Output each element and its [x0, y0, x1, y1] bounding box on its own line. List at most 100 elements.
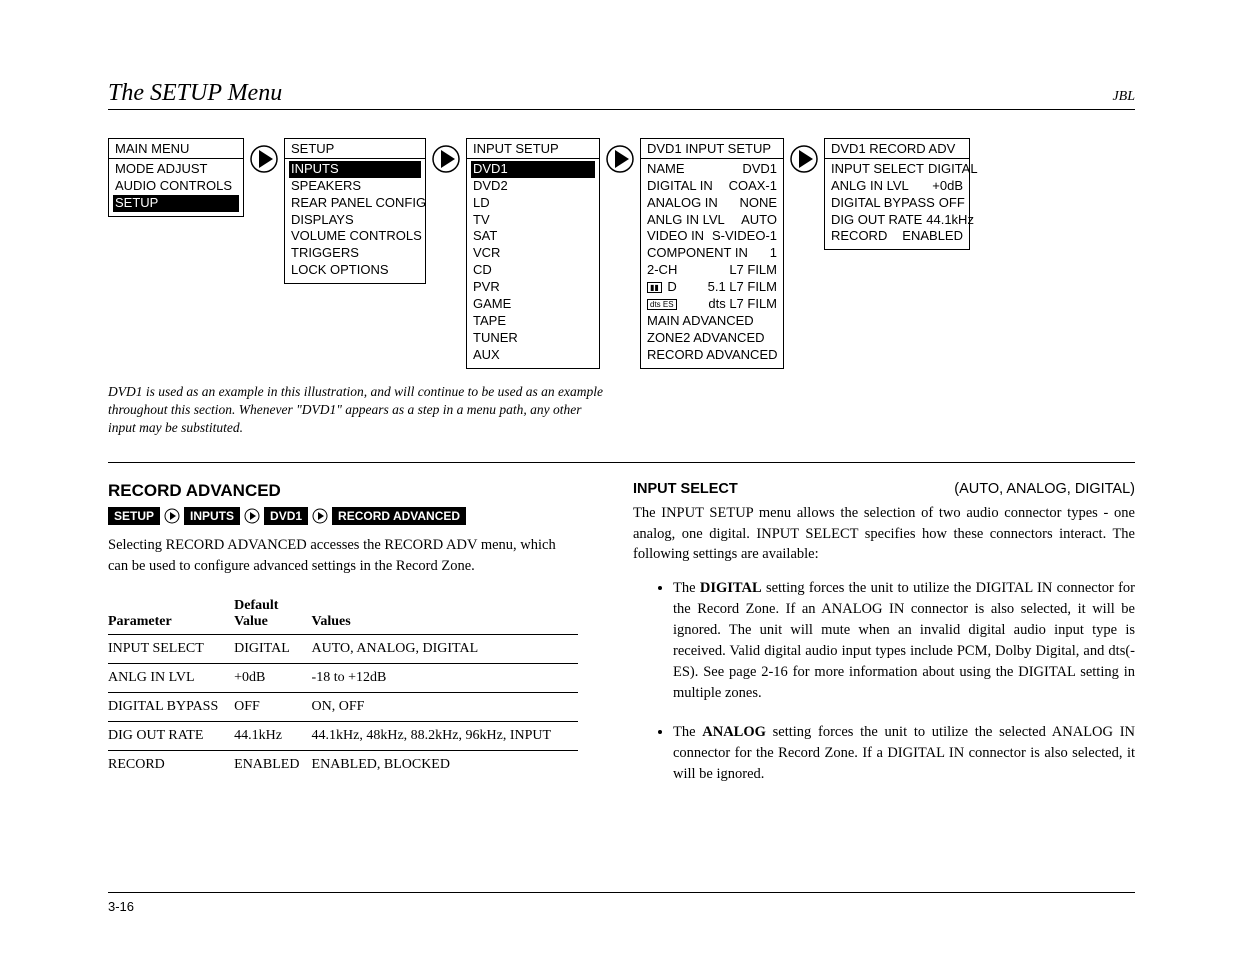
- menu-item[interactable]: AUDIO CONTROLS: [115, 178, 237, 195]
- table-cell: DIGITAL BYPASS: [108, 692, 234, 721]
- menu-item[interactable]: MAIN ADVANCED: [647, 313, 754, 328]
- menu-item[interactable]: ZONE2 ADVANCED: [647, 330, 765, 345]
- breadcrumb-chip: RECORD ADVANCED: [332, 507, 466, 525]
- menu-item[interactable]: ANALOG INNONE: [647, 195, 777, 212]
- menu-item[interactable]: VCR: [473, 245, 593, 262]
- menu-item[interactable]: SAT: [473, 228, 593, 245]
- breadcrumb: SETUP INPUTS DVD1 RECORD ADVANCED: [108, 507, 578, 525]
- breadcrumb-chip: SETUP: [108, 507, 160, 525]
- menu-item[interactable]: DIGITAL INCOAX-1: [647, 178, 777, 195]
- menu-items: MODE ADJUSTAUDIO CONTROLSSETUP: [109, 161, 243, 216]
- menu-title: SETUP: [285, 139, 425, 159]
- table-cell: DIGITAL: [234, 634, 311, 663]
- arrow-icon: [432, 144, 460, 179]
- menu-item[interactable]: TRIGGERS: [291, 245, 419, 262]
- right-heading: INPUT SELECT: [633, 481, 738, 497]
- table-row: ANLG IN LVL+0dB-18 to +12dB: [108, 663, 578, 692]
- page-footer: 3-16: [108, 892, 1135, 914]
- menu-title: DVD1 INPUT SETUP: [641, 139, 783, 159]
- arrow-icon: [606, 144, 634, 179]
- menu-item[interactable]: DISPLAYS: [291, 212, 419, 229]
- menu-item[interactable]: 2-CHL7 FILM: [647, 262, 777, 279]
- menu-item[interactable]: REAR PANEL CONFIG: [291, 195, 419, 212]
- arrow-icon: [250, 144, 278, 179]
- table-row: DIGITAL BYPASSOFFON, OFF: [108, 692, 578, 721]
- menu-item[interactable]: DVD1: [471, 161, 595, 178]
- menu-items: INPUTSSPEAKERSREAR PANEL CONFIGDISPLAYSV…: [285, 161, 425, 283]
- menu-item[interactable]: ANLG IN LVL+0dB: [831, 178, 963, 195]
- menu-item[interactable]: TAPE: [473, 313, 593, 330]
- page-header: The SETUP Menu JBL: [108, 80, 1135, 110]
- menu-item[interactable]: CD: [473, 262, 593, 279]
- right-heading-row: INPUT SELECT (AUTO, ANALOG, DIGITAL): [633, 481, 1135, 497]
- menu-dvd1-setup: DVD1 INPUT SETUP NAMEDVD1DIGITAL INCOAX-…: [640, 138, 784, 369]
- table-cell: 44.1kHz: [234, 721, 311, 750]
- section-divider: [108, 462, 1135, 463]
- menu-item[interactable]: DIG OUT RATE44.1kHz: [831, 212, 963, 229]
- table-cell: OFF: [234, 692, 311, 721]
- list-item: The ANALOG setting forces the unit to ut…: [673, 722, 1135, 785]
- menu-item[interactable]: ANLG IN LVLAUTO: [647, 212, 777, 229]
- breadcrumb-chip: INPUTS: [184, 507, 240, 525]
- page-title: The SETUP Menu: [108, 80, 282, 107]
- menu-title: MAIN MENU: [109, 139, 243, 159]
- table-row: RECORDENABLEDENABLED, BLOCKED: [108, 750, 578, 779]
- right-column: INPUT SELECT (AUTO, ANALOG, DIGITAL) The…: [633, 481, 1135, 803]
- table-cell: ENABLED: [234, 750, 311, 779]
- menu-item[interactable]: INPUT SELECTDIGITAL: [831, 161, 963, 178]
- chevron-right-icon: [164, 507, 180, 525]
- menu-items: NAMEDVD1DIGITAL INCOAX-1ANALOG INNONEANL…: [641, 161, 783, 368]
- page-number: 3-16: [108, 899, 134, 914]
- table-cell: AUTO, ANALOG, DIGITAL: [312, 634, 578, 663]
- bullets-list: The DIGITAL setting forces the unit to u…: [633, 578, 1135, 785]
- menu-item[interactable]: LOCK OPTIONS: [291, 262, 419, 279]
- menu-items: DVD1DVD2LDTVSATVCRCDPVRGAMETAPETUNERAUX: [467, 161, 599, 368]
- table-cell: RECORD: [108, 750, 234, 779]
- table-row: INPUT SELECTDIGITALAUTO, ANALOG, DIGITAL: [108, 634, 578, 663]
- menu-item[interactable]: COMPONENT IN1: [647, 245, 777, 262]
- menu-item[interactable]: MODE ADJUST: [115, 161, 237, 178]
- menu-item[interactable]: SETUP: [113, 195, 239, 212]
- table-cell: +0dB: [234, 663, 311, 692]
- parameter-table: ParameterDefaultValueValues INPUT SELECT…: [108, 594, 578, 779]
- menu-item[interactable]: TUNER: [473, 330, 593, 347]
- menu-title: DVD1 RECORD ADV: [825, 139, 969, 159]
- table-cell: ENABLED, BLOCKED: [312, 750, 578, 779]
- menu-item[interactable]: TV: [473, 212, 593, 229]
- menu-item[interactable]: ▮▮ D5.1 L7 FILM: [647, 279, 777, 296]
- menu-item[interactable]: VIDEO INS-VIDEO-1: [647, 228, 777, 245]
- menu-item[interactable]: PVR: [473, 279, 593, 296]
- menu-input-setup: INPUT SETUP DVD1DVD2LDTVSATVCRCDPVRGAMET…: [466, 138, 600, 369]
- table-cell: INPUT SELECT: [108, 634, 234, 663]
- menu-item[interactable]: RECORDENABLED: [831, 228, 963, 245]
- menu-item[interactable]: SPEAKERS: [291, 178, 419, 195]
- table-cell: ANLG IN LVL: [108, 663, 234, 692]
- table-header: Values: [312, 594, 578, 635]
- menu-record-adv: DVD1 RECORD ADV INPUT SELECTDIGITALANLG …: [824, 138, 970, 250]
- menu-item[interactable]: LD: [473, 195, 593, 212]
- left-column: RECORD ADVANCED SETUP INPUTS DVD1 RECORD AD…: [108, 481, 578, 803]
- menu-item[interactable]: INPUTS: [289, 161, 421, 178]
- menu-item[interactable]: dts ESdts L7 FILM: [647, 296, 777, 313]
- table-header: Parameter: [108, 594, 234, 635]
- illustration-caption: DVD1 is used as an example in this illus…: [108, 383, 608, 438]
- menu-item[interactable]: GAME: [473, 296, 593, 313]
- menu-item[interactable]: VOLUME CONTROLS: [291, 228, 419, 245]
- menu-item[interactable]: RECORD ADVANCED: [647, 347, 778, 362]
- menu-item[interactable]: NAMEDVD1: [647, 161, 777, 178]
- table-cell: 44.1kHz, 48kHz, 88.2kHz, 96kHz, INPUT: [312, 721, 578, 750]
- table-cell: ON, OFF: [312, 692, 578, 721]
- right-intro: The INPUT SETUP menu allows the selectio…: [633, 503, 1135, 564]
- arrow-icon: [790, 144, 818, 179]
- content-columns: RECORD ADVANCED SETUP INPUTS DVD1 RECORD AD…: [108, 481, 1135, 803]
- table-row: DIG OUT RATE44.1kHz44.1kHz, 48kHz, 88.2k…: [108, 721, 578, 750]
- menu-item[interactable]: DIGITAL BYPASSOFF: [831, 195, 963, 212]
- table-cell: DIG OUT RATE: [108, 721, 234, 750]
- menu-main: MAIN MENU MODE ADJUSTAUDIO CONTROLSSETUP: [108, 138, 244, 217]
- section-heading: RECORD ADVANCED: [108, 481, 578, 501]
- breadcrumb-chip: DVD1: [264, 507, 308, 525]
- table-cell: -18 to +12dB: [312, 663, 578, 692]
- menu-item[interactable]: DVD2: [473, 178, 593, 195]
- menu-flow: MAIN MENU MODE ADJUSTAUDIO CONTROLSSETUP…: [108, 138, 1135, 369]
- menu-item[interactable]: AUX: [473, 347, 593, 364]
